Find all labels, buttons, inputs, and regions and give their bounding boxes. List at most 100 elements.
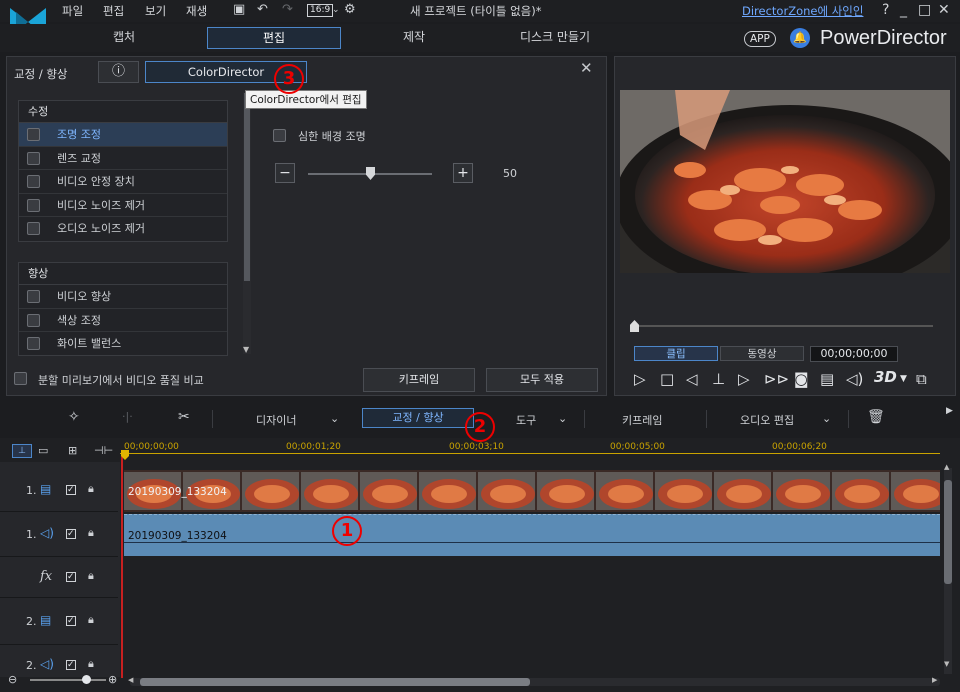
audio-edit-button[interactable]: 오디오 편집	[740, 412, 794, 428]
snapshot-icon[interactable]: ◙	[794, 370, 809, 388]
tab-produce[interactable]: 제작	[347, 27, 481, 49]
lock-icon[interactable]: 🔒︎	[88, 657, 94, 671]
tab-capture[interactable]: 캡처	[57, 27, 191, 49]
app-badge-button[interactable]: APP	[744, 31, 776, 47]
scroll-down-icon[interactable]: ▼	[944, 660, 949, 668]
magic-icon[interactable]: ✧	[68, 409, 80, 425]
checkbox[interactable]	[27, 313, 40, 327]
designer-button[interactable]: 디자이너	[256, 412, 296, 428]
info-button[interactable]: ⓘ	[98, 61, 139, 83]
storyboard-icon[interactable]: ▭	[38, 444, 48, 457]
next-frame-icon[interactable]: ▷	[738, 370, 750, 388]
enhance-item-color[interactable]: 색상 조정	[19, 309, 227, 332]
track-enable-checkbox[interactable]: ✓	[66, 616, 76, 626]
chevron-down-icon[interactable]: ⌄	[330, 412, 339, 425]
tab-disc[interactable]: 디스크 만들기	[488, 27, 622, 49]
minimize-button[interactable]: _	[900, 2, 907, 18]
track-audio-1[interactable]: 1. ◁) ✓ 🔒︎	[0, 513, 118, 557]
split-clip-icon[interactable]: ⊥	[712, 370, 725, 388]
scroll-thumb[interactable]	[140, 678, 530, 686]
track-enable-checkbox[interactable]: ✓	[66, 529, 76, 539]
close-button[interactable]: ✕	[938, 2, 950, 18]
checkbox[interactable]	[27, 198, 40, 212]
scroll-down-icon[interactable]: ▼	[243, 345, 249, 354]
timeline-zoom-slider[interactable]	[30, 679, 106, 681]
checkbox[interactable]	[27, 151, 40, 165]
3d-icon[interactable]: 3D	[874, 368, 897, 386]
track-video-2[interactable]: 2. ▤ ✓ 🔒︎	[0, 599, 118, 645]
split-icon[interactable]: ·|·	[122, 410, 133, 423]
chevron-down-icon[interactable]: ⌄	[332, 5, 340, 15]
track-enable-checkbox[interactable]: ✓	[66, 660, 76, 670]
chevron-down-icon[interactable]: ⌄	[558, 412, 567, 425]
track-effects[interactable]: fx ✓ 🔒︎	[0, 558, 118, 598]
fit-timeline-icon[interactable]: ⊣⊢	[94, 444, 113, 457]
tools-button[interactable]: 도구	[516, 412, 536, 428]
zoom-out-icon[interactable]: ⊖	[8, 673, 17, 686]
menu-edit[interactable]: 편집	[103, 3, 124, 19]
scroll-up-icon[interactable]: ▲	[944, 463, 949, 471]
fast-forward-icon[interactable]: ⊳⊳	[764, 370, 789, 388]
lock-icon[interactable]: 🔒︎	[88, 526, 94, 540]
more-arrow-icon[interactable]: ▶	[946, 406, 953, 416]
aspect-ratio-button[interactable]: 16:9	[307, 4, 334, 17]
keyframe-toolbar-button[interactable]: 키프레임	[622, 412, 662, 428]
enhance-item-white-balance[interactable]: 화이트 밸런스	[19, 332, 227, 355]
checkbox[interactable]	[27, 222, 40, 235]
fix-item-video-denoise[interactable]: 비디오 노이즈 제거	[19, 194, 227, 217]
redo-icon[interactable]: ↷	[282, 2, 293, 17]
maximize-button[interactable]: □	[918, 2, 931, 18]
track-video-1[interactable]: 1. ▤ ✓ 🔒︎	[0, 466, 118, 512]
scissors-icon[interactable]: ✂	[178, 409, 190, 425]
lock-icon[interactable]: 🔒︎	[88, 569, 94, 583]
stop-icon[interactable]: □	[660, 370, 674, 388]
increase-button[interactable]: +	[453, 163, 473, 183]
gear-icon[interactable]: ⚙	[344, 2, 356, 17]
track-audio-2[interactable]: 2. ◁) ✓ 🔒︎	[0, 646, 118, 676]
track-view-icon[interactable]: ⊥	[12, 444, 32, 458]
directorzone-signin-link[interactable]: DirectorZone에 사인인	[742, 3, 863, 19]
track-enable-checkbox[interactable]: ✓	[66, 485, 76, 495]
subtitle-icon[interactable]: ▤	[820, 370, 834, 388]
checkbox[interactable]	[27, 128, 40, 141]
track-manager-icon[interactable]: ⊞	[68, 444, 77, 457]
audio-clip[interactable]	[124, 514, 940, 556]
trash-icon[interactable]: 🗑	[867, 409, 885, 425]
fix-item-stabilizer[interactable]: 비디오 안정 장치	[19, 170, 227, 194]
timecode-display[interactable]: 00;00;00;00	[810, 346, 898, 362]
track-enable-checkbox[interactable]: ✓	[66, 572, 76, 582]
checkbox[interactable]	[27, 337, 40, 350]
save-icon[interactable]: ▣	[233, 2, 245, 17]
fix-enhance-button[interactable]: 교정 / 향상	[362, 408, 474, 428]
help-button[interactable]: ?	[882, 2, 889, 18]
play-icon[interactable]: ▷	[634, 370, 646, 388]
menu-play[interactable]: 재생	[186, 3, 207, 19]
lock-icon[interactable]: 🔒︎	[88, 613, 94, 627]
zoom-handle[interactable]	[82, 675, 91, 684]
undo-icon[interactable]: ↶	[257, 2, 268, 17]
menu-view[interactable]: 보기	[145, 3, 166, 19]
chevron-down-icon[interactable]: ▼	[900, 374, 907, 384]
keyframe-button[interactable]: 키프레임	[363, 368, 475, 392]
tab-clip-preview[interactable]: 클립	[634, 346, 718, 361]
decrease-button[interactable]: −	[275, 163, 295, 183]
fix-item-lighting[interactable]: 조명 조정	[19, 123, 227, 147]
apply-all-button[interactable]: 모두 적용	[486, 368, 598, 392]
chevron-down-icon[interactable]: ⌄	[822, 412, 831, 425]
scroll-thumb[interactable]	[244, 93, 250, 281]
checkbox[interactable]	[27, 290, 40, 303]
close-icon[interactable]: ✕	[580, 59, 593, 77]
preview-seekbar[interactable]	[631, 325, 933, 327]
undock-icon[interactable]: ⧉	[916, 370, 927, 388]
lock-icon[interactable]: 🔒︎	[88, 482, 94, 496]
tab-edit[interactable]: 편집	[207, 27, 341, 49]
zoom-in-icon[interactable]: ⊕	[108, 673, 117, 686]
bell-icon[interactable]: 🔔	[790, 28, 810, 48]
fix-item-audio-denoise[interactable]: 오디오 노이즈 제거	[19, 217, 227, 241]
scroll-thumb[interactable]	[944, 480, 952, 584]
prev-frame-icon[interactable]: ◁	[686, 370, 698, 388]
enhance-item-video[interactable]: 비디오 향상	[19, 285, 227, 309]
tab-movie-preview[interactable]: 동영상	[720, 346, 804, 361]
fix-item-lens[interactable]: 렌즈 교정	[19, 147, 227, 170]
scroll-left-icon[interactable]: ◀	[128, 676, 133, 684]
